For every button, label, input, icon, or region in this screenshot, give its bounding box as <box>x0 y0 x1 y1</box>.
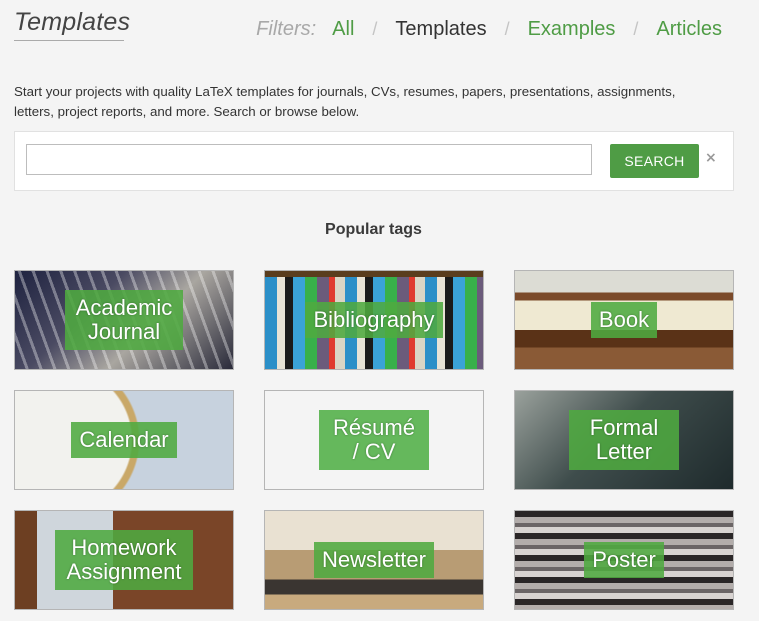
tag-bibliography[interactable]: Bibliography <box>264 270 484 370</box>
tag-label: Academic Journal <box>65 290 183 350</box>
filter-separator: / <box>504 19 510 39</box>
tag-homework-assignment[interactable]: Homework Assignment <box>14 510 234 610</box>
tag-label: Poster <box>584 542 664 578</box>
filter-separator: / <box>372 19 378 39</box>
tag-resume-cv[interactable]: Résumé / CV <box>264 390 484 490</box>
filter-all-link[interactable]: All <box>332 18 354 41</box>
tag-newsletter[interactable]: Newsletter <box>264 510 484 610</box>
tag-label: Homework Assignment <box>55 530 193 590</box>
popular-tags-heading: Popular tags <box>325 221 422 238</box>
search-panel: SEARCH × <box>14 131 734 191</box>
tag-academic-journal[interactable]: Academic Journal <box>14 270 234 370</box>
tag-calendar[interactable]: Calendar <box>14 390 234 490</box>
filters-label: Filters: <box>256 18 317 40</box>
search-input[interactable] <box>26 144 592 175</box>
tag-label: Formal Letter <box>569 410 679 470</box>
tag-label: Calendar <box>71 422 177 458</box>
tag-label: Résumé / CV <box>319 410 429 470</box>
filter-separator: / <box>633 19 639 39</box>
tag-poster[interactable]: Poster <box>514 510 734 610</box>
filter-articles-link[interactable]: Articles <box>656 18 722 41</box>
page-title: Templates <box>14 8 130 41</box>
tag-label: Book <box>590 302 658 338</box>
search-button[interactable]: SEARCH <box>610 144 699 178</box>
filters-nav: Filters: All / Templates / Examples / Ar… <box>256 18 722 41</box>
intro-text: Start your projects with quality LaTeX t… <box>14 84 676 119</box>
tag-label: Newsletter <box>314 542 434 578</box>
tag-label: Bibliography <box>305 302 443 338</box>
tag-formal-letter[interactable]: Formal Letter <box>514 390 734 490</box>
filter-templates-link[interactable]: Templates <box>395 18 486 41</box>
filter-examples-link[interactable]: Examples <box>528 18 616 41</box>
clear-search-icon[interactable]: × <box>705 150 717 166</box>
tag-book[interactable]: Book <box>514 270 734 370</box>
